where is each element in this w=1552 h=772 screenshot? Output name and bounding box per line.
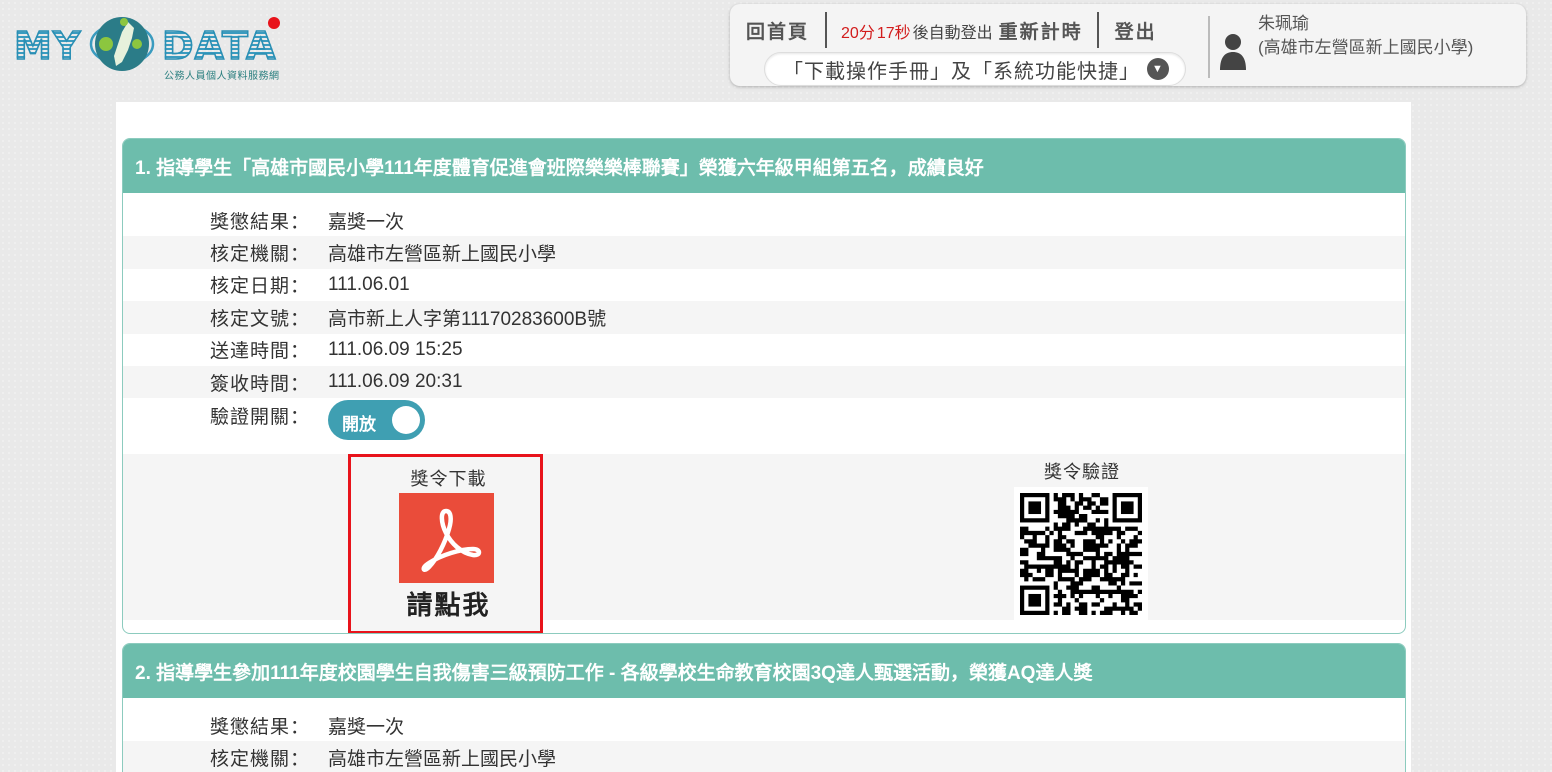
detail-label: 核定機關： — [209, 244, 310, 266]
logo-data-text: DATA — [161, 23, 277, 69]
detail-value: 高市新上人字第11170283600B號 — [328, 308, 607, 330]
logout-timer: 20分 17秒 後自動登出 重新計時 — [827, 17, 1097, 44]
logo-my-text: MY — [13, 23, 82, 69]
verify-title: 獎令驗證 — [1044, 462, 1120, 482]
detail-value: 111.06.01 — [328, 273, 410, 295]
taiwan-globe-logo — [89, 17, 155, 71]
detail-label: 獎懲結果： — [209, 211, 310, 233]
timer-suffix: 後自動登出 — [912, 24, 993, 42]
pdf-acrobat-glyph — [421, 508, 482, 572]
app-root: MY DATA 公務人員個人資料服務網 回首頁 20分 17秒 後自動登出 重新… — [0, 0, 1552, 772]
home-link[interactable]: 回首頁 — [730, 17, 825, 44]
logo-subtitle: 公務人員個人資料服務網 — [164, 71, 280, 82]
detail-value: 嘉獎一次 — [328, 211, 405, 233]
detail-value: 111.06.09 20:31 — [328, 371, 463, 393]
manual-select-value: 「下載操作手冊」及「系統功能快捷」 — [783, 60, 1140, 83]
click-me-label: 請點我 — [406, 590, 491, 620]
award-card-title: 2. 指導學生參加111年度校園學生自我傷害三級預防工作 - 各級學校生命教育校… — [123, 644, 1405, 698]
restart-timer-button[interactable]: 重新計時 — [999, 17, 1083, 44]
award-card: 2. 指導學生參加111年度校園學生自我傷害三級預防工作 - 各級學校生命教育校… — [122, 643, 1406, 772]
qr-code[interactable] — [1014, 487, 1148, 621]
detail-value: 嘉獎一次 — [328, 716, 405, 738]
verify-switch-label: 驗證開關： — [209, 407, 310, 429]
main-panel: 1. 指導學生「高雄市國民小學111年度體育促進會班際樂樂棒聯賽」榮獲六年級甲組… — [116, 102, 1411, 772]
detail-row: 簽收時間： 111.06.09 20:31 — [123, 365, 1405, 399]
detail-value: 111.06.09 15:25 — [328, 338, 463, 360]
logout-link[interactable]: 登出 — [1099, 17, 1173, 44]
verify-toggle-switch[interactable]: 開放 — [328, 400, 425, 441]
user-silhouette-icon — [1220, 34, 1246, 70]
detail-row: 送達時間： 111.06.09 15:25 — [123, 334, 1405, 366]
toggle-state-label: 開放 — [342, 415, 376, 435]
timer-minutes: 20分 — [841, 24, 875, 42]
logo-dot-icon — [268, 17, 280, 29]
detail-label: 核定文號： — [209, 308, 310, 330]
user-name: 朱珮瑜 — [1258, 14, 1309, 33]
user-org: (高雄市左營區新上國民小學) — [1258, 38, 1474, 57]
mydata-logo[interactable]: MY DATA 公務人員個人資料服務網 — [13, 8, 294, 82]
detail-value: 高雄市左營區新上國民小學 — [328, 749, 557, 771]
detail-label: 核定機關： — [209, 749, 310, 771]
detail-row: 核定日期： 111.06.01 — [123, 269, 1405, 301]
award-card-title: 1. 指導學生「高雄市國民小學111年度體育促進會班際樂樂棒聯賽」榮獲六年級甲組… — [123, 139, 1405, 193]
detail-label: 獎懲結果： — [209, 716, 310, 738]
detail-row: 核定機關： 高雄市左營區新上國民小學 — [123, 741, 1405, 772]
verify-switch-row: 驗證開關： 開放 — [123, 398, 1405, 445]
detail-value: 高雄市左營區新上國民小學 — [328, 244, 557, 266]
nav-row: 回首頁 20分 17秒 後自動登出 重新計時 登出 — [730, 12, 1173, 48]
toggle-knob — [392, 406, 420, 435]
detail-row: 獎懲結果： 嘉獎一次 — [123, 204, 1405, 236]
adobe-pdf-icon[interactable] — [399, 493, 494, 583]
user-divider — [1208, 16, 1210, 78]
award-detail-list: 獎懲結果： 嘉獎一次 核定機關： 高雄市左營區新上國民小學 核定日期： 111.… — [123, 204, 1405, 445]
detail-row: 核定機關： 高雄市左營區新上國民小學 — [123, 236, 1405, 269]
detail-row: 獎懲結果： 嘉獎一次 — [123, 709, 1405, 741]
download-title: 獎令下載 — [410, 469, 487, 489]
chevron-down-icon: ▼ — [1147, 58, 1169, 80]
download-award-button[interactable]: 獎令下載 請點我 — [348, 454, 543, 633]
manual-shortcut-select[interactable]: 「下載操作手冊」及「系統功能快捷」 ▼ — [764, 52, 1186, 86]
award-detail-list: 獎懲結果： 嘉獎一次 核定機關： 高雄市左營區新上國民小學 — [123, 709, 1405, 772]
timer-seconds: 17秒 — [876, 24, 911, 42]
qr-code-icon — [1019, 492, 1143, 616]
award-card: 1. 指導學生「高雄市國民小學111年度體育促進會班際樂樂棒聯賽」榮獲六年級甲組… — [122, 138, 1406, 634]
detail-label: 核定日期： — [209, 276, 310, 298]
detail-label: 送達時間： — [209, 341, 310, 363]
detail-label: 簽收時間： — [209, 373, 310, 395]
download-section: 獎令下載 請點我 獎令驗證 — [123, 454, 1405, 633]
detail-row: 核定文號： 高市新上人字第11170283600B號 — [123, 301, 1405, 334]
top-bar: 回首頁 20分 17秒 後自動登出 重新計時 登出 「下載操作手冊」及「系統功能… — [730, 4, 1526, 86]
